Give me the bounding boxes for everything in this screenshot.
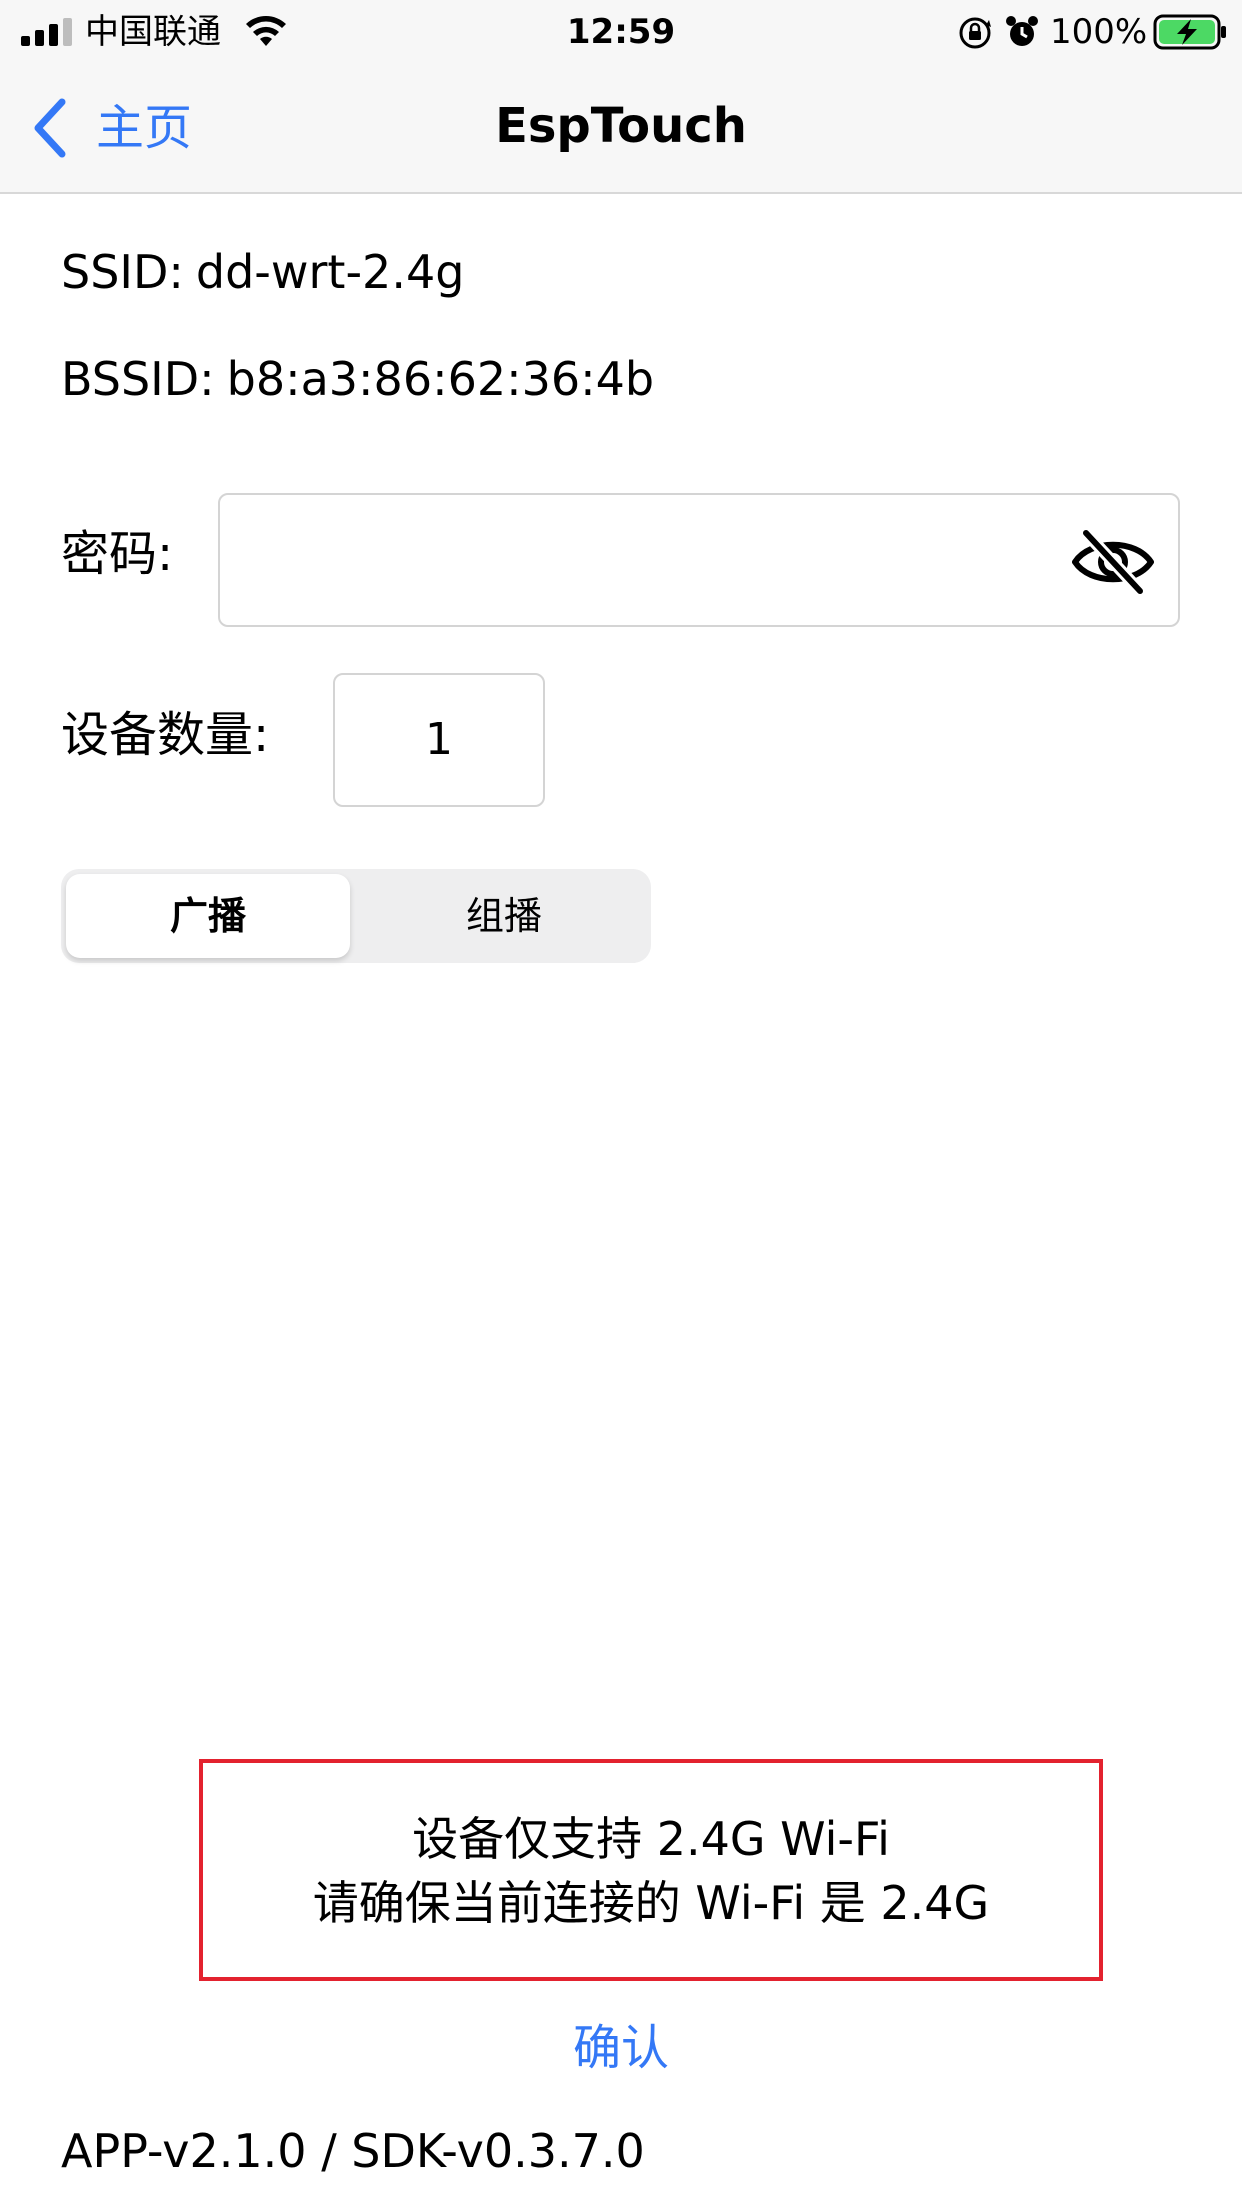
segment-broadcast[interactable]: 广播 (66, 874, 350, 958)
confirm-button[interactable]: 确认 (0, 2016, 1242, 2080)
segment-multicast[interactable]: 组播 (362, 874, 646, 958)
status-bar: 中国联通 12:59 100% (0, 0, 1242, 62)
bssid-value: b8:a3:86:62:36:4b (226, 352, 655, 406)
page-title: EspTouch (495, 98, 747, 154)
notice-line-1: 设备仅支持 2.4G Wi-Fi (412, 1812, 890, 1866)
version-label: APP-v2.1.0 / SDK-v0.3.7.0 (61, 2124, 645, 2178)
battery-charging-icon (1153, 14, 1226, 50)
ssid-value: dd-wrt-2.4g (195, 245, 465, 299)
password-label: 密码: (61, 526, 174, 582)
alarm-icon (1006, 16, 1038, 46)
password-field[interactable] (218, 493, 1180, 627)
ssid-label: SSID: (61, 245, 184, 299)
battery-percent: 100% (1050, 12, 1148, 52)
orientation-lock-icon (959, 17, 991, 49)
notice-line-2: 请确保当前连接的 Wi-Fi 是 2.4G (312, 1876, 990, 1930)
navigation-bar: 主页 EspTouch (0, 62, 1242, 194)
bssid-label: BSSID: (61, 352, 215, 406)
bssid-row: BSSID: b8:a3:86:62:36:4b (61, 349, 654, 409)
device-count-label: 设备数量: (61, 707, 270, 763)
mode-segmented-control: 广播 组播 (61, 869, 651, 963)
ssid-row: SSID: dd-wrt-2.4g (61, 242, 464, 302)
password-input[interactable] (240, 515, 1064, 607)
device-count-input[interactable]: 1 (333, 673, 545, 807)
wifi-notice: 设备仅支持 2.4G Wi-Fi 请确保当前连接的 Wi-Fi 是 2.4G (199, 1759, 1103, 1981)
eye-slash-icon[interactable] (1070, 527, 1156, 597)
